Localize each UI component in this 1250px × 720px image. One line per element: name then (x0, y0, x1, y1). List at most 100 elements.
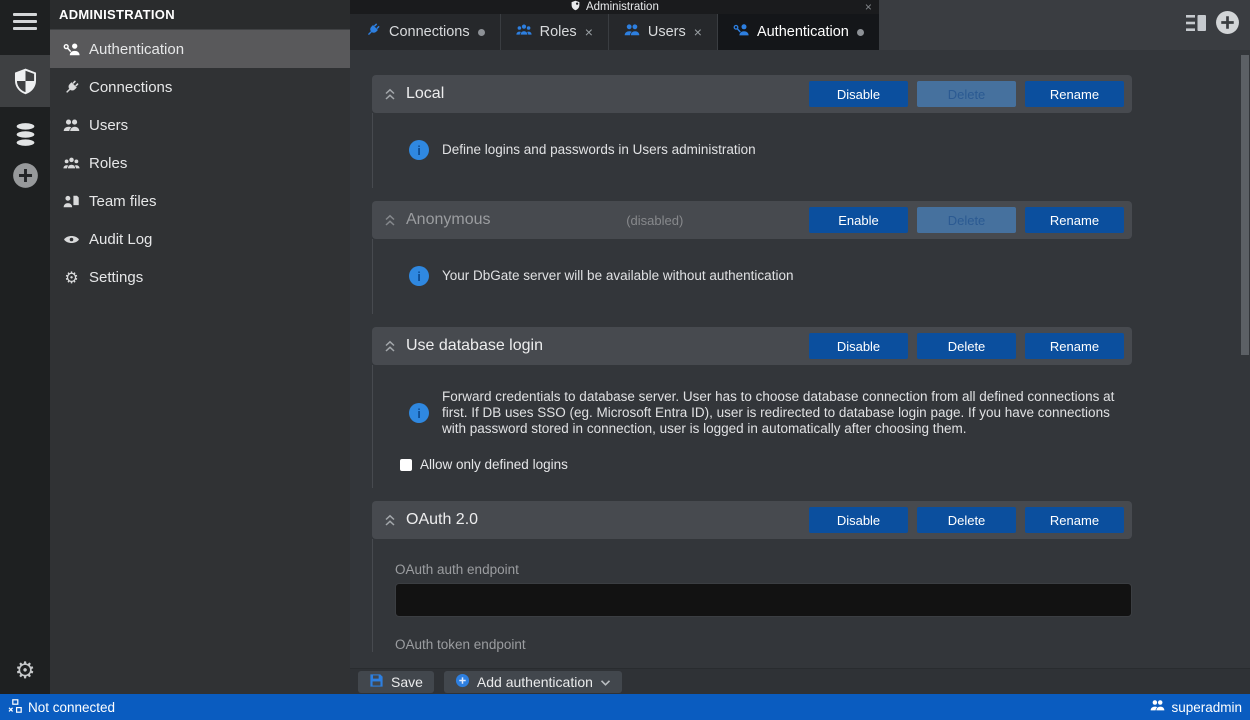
allow-defined-logins-row: Allow only defined logins (373, 457, 1132, 472)
modified-dot-icon (478, 29, 485, 36)
section-title: Use database login (406, 337, 543, 355)
sidebar-item-settings[interactable]: ⚙ Settings (50, 258, 350, 296)
disable-button[interactable]: Disable (809, 507, 908, 533)
main-panel: Administration × Connections (350, 0, 1250, 694)
rename-button[interactable]: Rename (1025, 333, 1124, 359)
sidebar-title: ADMINISTRATION (50, 0, 350, 30)
section-database-login: Use database login Disable Delete Rename… (372, 327, 1132, 488)
databases-icon[interactable] (13, 122, 38, 147)
checkbox-label: Allow only defined logins (420, 457, 568, 472)
section-anonymous: Anonymous (disabled) Enable Delete Renam… (372, 201, 1132, 314)
chevron-down-icon (600, 674, 611, 690)
add-authentication-button[interactable]: Add authentication (444, 671, 622, 693)
info-text: Your DbGate server will be available wit… (442, 268, 793, 284)
tab-group-title: Administration (586, 1, 659, 13)
collapse-icon[interactable] (384, 213, 396, 227)
sidebar-item-label: Connections (89, 79, 172, 96)
sidebar-item-label: Audit Log (89, 231, 152, 248)
users-icon (624, 22, 640, 42)
disable-button[interactable]: Disable (809, 81, 908, 107)
roles-icon (516, 22, 532, 42)
new-tab-icon[interactable] (1215, 10, 1240, 40)
vertical-scrollbar[interactable] (1241, 55, 1249, 355)
menu-icon[interactable] (13, 13, 37, 35)
delete-button[interactable]: Delete (917, 81, 1016, 107)
tab-connections[interactable]: Connections (350, 14, 501, 50)
sidebar-item-team-files[interactable]: Team files (50, 182, 350, 220)
disable-button[interactable]: Disable (809, 333, 908, 359)
section-body: OAuth auth endpoint OAuth token endpoint (372, 539, 1132, 652)
tab-roles[interactable]: Roles × (501, 14, 609, 50)
section-body: i Define logins and passwords in Users a… (372, 113, 1132, 188)
save-floppy-icon (369, 673, 384, 691)
close-icon[interactable]: × (865, 0, 872, 14)
tab-label: Connections (389, 24, 470, 40)
tab-users[interactable]: Users × (609, 14, 718, 50)
plug-icon (365, 22, 381, 42)
widget-list-icon[interactable] (1186, 13, 1208, 38)
section-title: Anonymous (406, 211, 491, 229)
section-header: Anonymous (disabled) Enable Delete Renam… (372, 201, 1132, 239)
enable-button[interactable]: Enable (809, 207, 908, 233)
section-body: i Your DbGate server will be available w… (372, 239, 1132, 314)
tab-label: Roles (540, 24, 577, 40)
save-label: Save (391, 674, 423, 690)
section-oauth: OAuth 2.0 Disable Delete Rename OAuth au… (372, 501, 1132, 652)
sidebar-item-roles[interactable]: Roles (50, 144, 350, 182)
rename-button[interactable]: Rename (1025, 507, 1124, 533)
tab-strip-actions (1186, 0, 1240, 50)
delete-button[interactable]: Delete (917, 207, 1016, 233)
allow-defined-logins-checkbox[interactable] (400, 459, 412, 471)
user-icon (1150, 698, 1165, 716)
section-title: OAuth 2.0 (406, 511, 478, 529)
admin-shield-icon[interactable] (0, 55, 50, 107)
sidebar-item-label: Users (89, 117, 128, 134)
tab-authentication[interactable]: Authentication (718, 14, 879, 50)
collapse-icon[interactable] (384, 87, 396, 101)
sidebar-item-label: Settings (89, 269, 143, 286)
tab-strip: Administration × Connections (350, 0, 1250, 50)
logged-user[interactable]: superadmin (1150, 698, 1242, 716)
sidebar-item-authentication[interactable]: Authentication (50, 30, 350, 68)
tab-group-header: Administration × (350, 0, 879, 14)
user-key-icon (63, 41, 80, 58)
delete-button[interactable]: Delete (917, 333, 1016, 359)
close-icon[interactable]: × (694, 25, 702, 39)
settings-gear-icon[interactable]: ⚙ (0, 658, 50, 684)
not-connected-icon (8, 699, 22, 716)
collapse-icon[interactable] (384, 513, 396, 527)
shield-icon (570, 0, 581, 14)
tab-label: Users (648, 24, 686, 40)
modified-dot-icon (857, 29, 864, 36)
administration-sidebar: ADMINISTRATION Authentication Connection… (50, 0, 350, 694)
section-title: Local (406, 85, 444, 103)
sidebar-item-audit-log[interactable]: Audit Log (50, 220, 350, 258)
oauth-token-endpoint-label: OAuth token endpoint (373, 637, 1132, 652)
tabs-row: Connections Roles × Use (350, 14, 879, 50)
connection-status-text: Not connected (28, 700, 115, 715)
section-header: Local Disable Delete Rename (372, 75, 1132, 113)
left-icon-bar: ⚙ (0, 0, 50, 694)
close-icon[interactable]: × (585, 25, 593, 39)
plug-icon (63, 79, 80, 96)
section-local: Local Disable Delete Rename i Define log… (372, 75, 1132, 188)
status-bar: Not connected superadmin (0, 694, 1250, 720)
info-icon: i (409, 403, 429, 423)
sidebar-item-users[interactable]: Users (50, 106, 350, 144)
info-icon: i (409, 140, 429, 160)
sidebar-item-connections[interactable]: Connections (50, 68, 350, 106)
collapse-icon[interactable] (384, 339, 396, 353)
team-files-icon (63, 193, 80, 210)
rename-button[interactable]: Rename (1025, 207, 1124, 233)
delete-button[interactable]: Delete (917, 507, 1016, 533)
users-icon (63, 117, 80, 134)
sidebar-item-label: Team files (89, 193, 157, 210)
rename-button[interactable]: Rename (1025, 81, 1124, 107)
connection-status[interactable]: Not connected (8, 699, 115, 716)
save-button[interactable]: Save (358, 671, 434, 693)
sidebar-item-label: Roles (89, 155, 127, 172)
add-connection-icon[interactable] (12, 162, 39, 189)
oauth-auth-endpoint-input[interactable] (395, 583, 1132, 617)
tab-group-administration: Administration × Connections (350, 0, 879, 50)
section-header: OAuth 2.0 Disable Delete Rename (372, 501, 1132, 539)
